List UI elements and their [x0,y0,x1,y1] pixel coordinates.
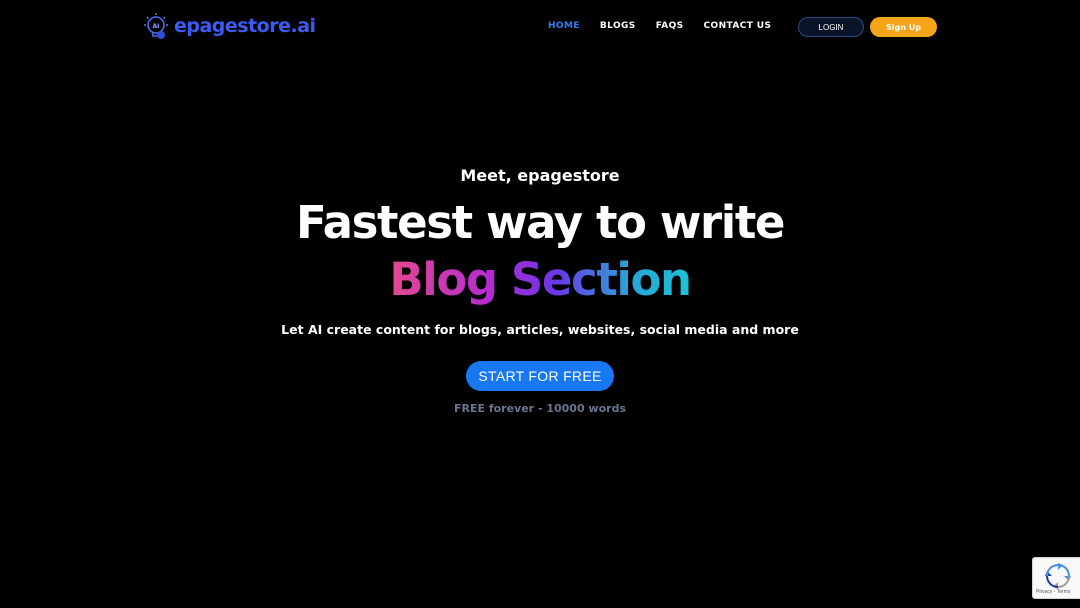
nav-link-home[interactable]: HOME [548,21,580,31]
nav-link-contact[interactable]: CONTACT US [704,21,772,31]
signup-button[interactable]: Sign Up [870,17,937,37]
logo-text: epagestore.ai [174,15,316,37]
hero-gradient-text: Blog Section [389,253,692,306]
recaptcha-icon [1045,563,1071,589]
hero-eyebrow: Meet, epagestore [460,166,620,185]
recaptcha-terms[interactable]: Privacy - Terms [1036,589,1070,595]
main-nav: HOME BLOGS FAQS CONTACT US [548,21,771,31]
site-header: AI epagestore.ai HOME BLOGS FAQS CONTACT… [0,0,1080,54]
nav-link-blogs[interactable]: BLOGS [600,21,636,31]
lightbulb-ai-icon: AI [144,13,168,39]
nav-link-faqs[interactable]: FAQS [656,21,684,31]
hero-headline: Fastest way to write [295,196,786,249]
start-for-free-button[interactable]: START FOR FREE [466,361,614,391]
free-note: FREE forever - 10000 words [453,402,626,415]
recaptcha-badge[interactable]: Privacy - Terms [1032,557,1080,599]
login-button[interactable]: LOGIN [798,17,864,37]
hero-subtitle: Let AI create content for blogs, article… [281,322,799,337]
svg-text:AI: AI [153,23,160,30]
site-logo[interactable]: AI epagestore.ai [144,12,316,40]
hero-gradient-line: Blog Section [0,253,1080,306]
